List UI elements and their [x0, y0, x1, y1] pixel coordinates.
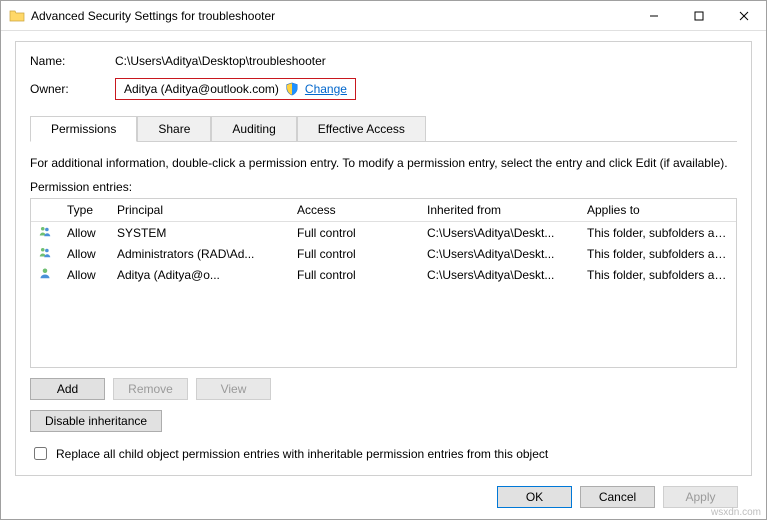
cell-applies: This folder, subfolders and files [579, 265, 736, 285]
disable-inheritance-button[interactable]: Disable inheritance [30, 410, 162, 432]
minimize-button[interactable] [631, 1, 676, 30]
cell-access: Full control [289, 265, 419, 285]
cell-inherited: C:\Users\Aditya\Deskt... [419, 223, 579, 243]
col-icon-header[interactable] [31, 199, 59, 221]
replace-children-label: Replace all child object permission entr… [56, 447, 548, 461]
shield-icon [285, 82, 299, 96]
users-icon [39, 226, 51, 240]
name-value: C:\Users\Aditya\Desktop\troubleshooter [115, 54, 326, 68]
ok-button[interactable]: OK [497, 486, 572, 508]
cell-principal: Administrators (RAD\Ad... [109, 244, 289, 264]
cell-type: Allow [59, 223, 109, 243]
entry-buttons: Add Remove View [30, 378, 737, 400]
watermark: wsxdn.com [711, 507, 761, 518]
cell-access: Full control [289, 223, 419, 243]
table-row[interactable]: Allow Aditya (Aditya@o... Full control C… [31, 264, 736, 285]
cancel-button[interactable]: Cancel [580, 486, 655, 508]
folder-icon [9, 8, 25, 24]
view-button[interactable]: View [196, 378, 271, 400]
owner-value: Aditya (Aditya@outlook.com) [124, 82, 279, 96]
tab-effective-access[interactable]: Effective Access [297, 116, 426, 141]
cell-principal: Aditya (Aditya@o... [109, 265, 289, 285]
table-row[interactable]: Allow SYSTEM Full control C:\Users\Adity… [31, 222, 736, 243]
remove-button[interactable]: Remove [113, 378, 188, 400]
add-button[interactable]: Add [30, 378, 105, 400]
dialog-footer: OK Cancel Apply [15, 476, 752, 512]
cell-type: Allow [59, 265, 109, 285]
col-access-header[interactable]: Access [289, 199, 419, 221]
change-owner-link[interactable]: Change [305, 82, 347, 96]
grid-header: Type Principal Access Inherited from App… [31, 199, 736, 222]
content-area: Name: C:\Users\Aditya\Desktop\troublesho… [1, 31, 766, 522]
titlebar: Advanced Security Settings for troublesh… [1, 1, 766, 31]
users-icon [39, 247, 51, 261]
col-type-header[interactable]: Type [59, 199, 109, 221]
owner-row: Owner: Aditya (Aditya@outlook.com) Chang… [30, 78, 737, 100]
window-frame: Advanced Security Settings for troublesh… [0, 0, 767, 520]
apply-button[interactable]: Apply [663, 486, 738, 508]
cell-inherited: C:\Users\Aditya\Deskt... [419, 265, 579, 285]
window-title: Advanced Security Settings for troublesh… [31, 9, 275, 23]
col-applies-header[interactable]: Applies to [579, 199, 736, 221]
owner-box: Aditya (Aditya@outlook.com) Change [115, 78, 356, 100]
tab-share[interactable]: Share [137, 116, 211, 141]
name-label: Name: [30, 54, 115, 68]
col-principal-header[interactable]: Principal [109, 199, 289, 221]
replace-children-checkbox[interactable] [34, 447, 47, 460]
info-text: For additional information, double-click… [30, 156, 737, 170]
close-button[interactable] [721, 1, 766, 30]
tab-strip: Permissions Share Auditing Effective Acc… [30, 116, 737, 142]
name-row: Name: C:\Users\Aditya\Desktop\troublesho… [30, 54, 737, 68]
main-panel: Name: C:\Users\Aditya\Desktop\troublesho… [15, 41, 752, 476]
tab-auditing[interactable]: Auditing [211, 116, 296, 141]
cell-principal: SYSTEM [109, 223, 289, 243]
permission-entries-label: Permission entries: [30, 180, 737, 194]
col-inherited-header[interactable]: Inherited from [419, 199, 579, 221]
cell-applies: This folder, subfolders and files [579, 223, 736, 243]
owner-label: Owner: [30, 82, 115, 96]
cell-type: Allow [59, 244, 109, 264]
table-row[interactable]: Allow Administrators (RAD\Ad... Full con… [31, 243, 736, 264]
cell-access: Full control [289, 244, 419, 264]
maximize-button[interactable] [676, 1, 721, 30]
permission-entries-grid: Type Principal Access Inherited from App… [30, 198, 737, 368]
cell-inherited: C:\Users\Aditya\Deskt... [419, 244, 579, 264]
cell-applies: This folder, subfolders and files [579, 244, 736, 264]
user-icon [39, 268, 51, 282]
tab-permissions[interactable]: Permissions [30, 116, 137, 142]
replace-children-row: Replace all child object permission entr… [30, 444, 737, 463]
